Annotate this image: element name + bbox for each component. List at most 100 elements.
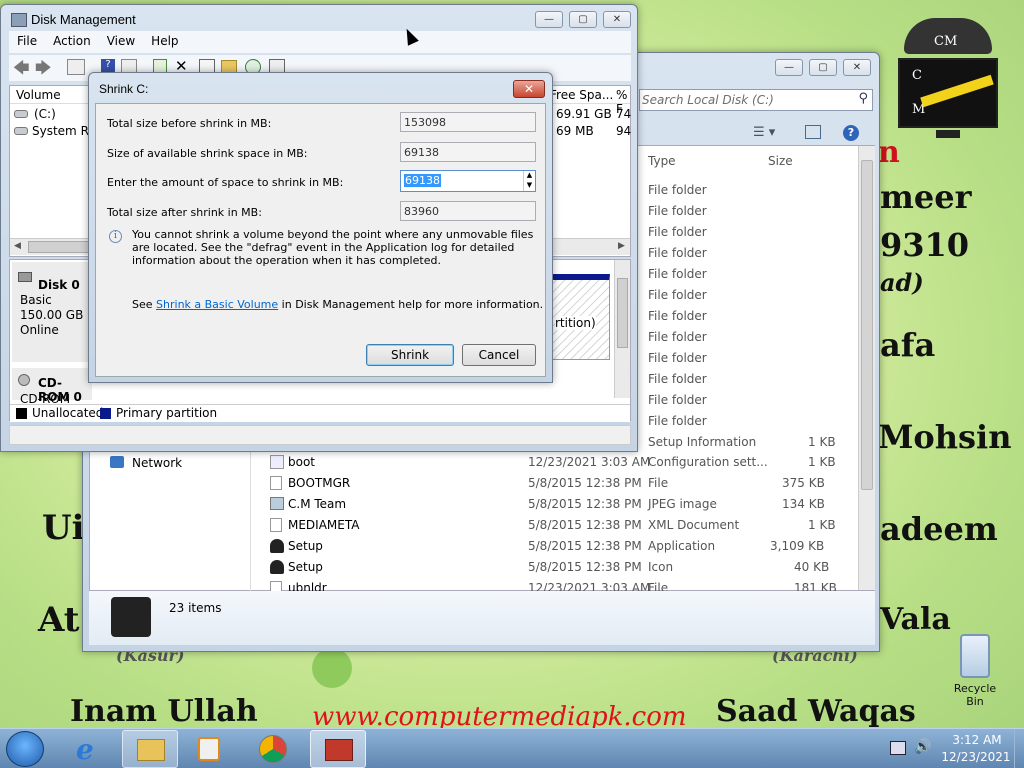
- recycle-bin-shortcut[interactable]: Recycle Bin: [944, 632, 1006, 708]
- cancel-button[interactable]: Cancel: [462, 344, 536, 366]
- logo-hat: CM: [904, 18, 992, 54]
- file-date: 5/8/2015 12:38 PM: [528, 560, 642, 574]
- windows-explorer-icon[interactable]: [122, 730, 178, 768]
- table-row[interactable]: BOOTMGR 5/8/2015 12:38 PM File 375 KB: [90, 473, 860, 494]
- table-row[interactable]: ubnldr 12/23/2021 3:03 AM File 181 KB: [90, 578, 860, 592]
- table-row[interactable]: boot 12/23/2021 3:03 AM Configuration se…: [90, 452, 860, 473]
- column-header-type[interactable]: Type: [648, 154, 676, 168]
- show-desktop-button[interactable]: [1014, 729, 1024, 768]
- scroll-left-icon[interactable]: ◀: [14, 241, 21, 251]
- file-date: 5/8/2015 12:38 PM: [528, 476, 642, 490]
- column-header-free[interactable]: Free Spa...: [550, 88, 613, 102]
- partition-label: rtition): [555, 316, 596, 330]
- console-tree-icon[interactable]: [67, 59, 85, 75]
- volume-free: 69 MB: [556, 124, 594, 138]
- table-row[interactable]: C.M Team 5/8/2015 12:38 PM JPEG image 13…: [90, 494, 860, 515]
- wallpaper-text: Ui: [42, 508, 85, 548]
- menu-bar: File Action View Help: [9, 31, 631, 53]
- row-type: File folder: [648, 288, 707, 302]
- column-header-volume[interactable]: Volume: [16, 88, 61, 102]
- table-row[interactable]: Setup 5/8/2015 12:38 PM Application 3,10…: [90, 536, 860, 557]
- wallpaper-text: Inam Ullah: [70, 694, 258, 729]
- file-type: JPEG image: [648, 497, 717, 511]
- minimize-button[interactable]: —: [535, 11, 563, 28]
- green-blob: [312, 648, 352, 688]
- file-date: 5/8/2015 12:38 PM: [528, 518, 642, 532]
- network-tray-icon[interactable]: [890, 741, 906, 755]
- window-title: Disk Management: [31, 12, 136, 27]
- close-button[interactable]: ✕: [513, 80, 545, 98]
- disk0-status: Online: [20, 323, 59, 337]
- maximize-button[interactable]: ▢: [569, 11, 597, 28]
- clock-date[interactable]: 12/23/2021: [940, 750, 1012, 764]
- ie-glyph: e: [76, 733, 94, 766]
- help-icon[interactable]: ?: [843, 125, 859, 141]
- file-date: 5/8/2015 12:38 PM: [528, 497, 642, 511]
- back-arrow-icon[interactable]: 🡄: [13, 57, 30, 84]
- menu-file[interactable]: File: [9, 31, 45, 51]
- volume-tray-icon[interactable]: 🔊: [914, 739, 931, 755]
- maximize-button[interactable]: ▢: [809, 59, 837, 76]
- column-header-size[interactable]: Size: [768, 154, 793, 168]
- search-icon: ⚲: [858, 91, 868, 106]
- disk-management-taskbar-icon[interactable]: [310, 730, 366, 768]
- scrollbar-thumb[interactable]: [617, 278, 628, 348]
- vertical-scrollbar[interactable]: [614, 260, 630, 398]
- file-icon: [270, 518, 282, 532]
- start-button[interactable]: [6, 731, 44, 767]
- clock-time[interactable]: 3:12 AM: [948, 733, 1006, 747]
- shrink-dialog: Shrink C: ✕ Total size before shrink in …: [88, 72, 553, 383]
- table-row[interactable]: Setup 5/8/2015 12:38 PM Icon 40 KB: [90, 557, 860, 578]
- details-pane: 23 items: [89, 591, 875, 645]
- search-input[interactable]: Search Local Disk (C:): [642, 93, 774, 107]
- row-type: File folder: [648, 414, 707, 428]
- recycle-bin-label: Recycle Bin: [953, 682, 997, 708]
- close-button[interactable]: ✕: [843, 59, 871, 76]
- media-player-icon[interactable]: [184, 731, 234, 767]
- vertical-scrollbar[interactable]: [858, 146, 875, 590]
- spin-up-icon[interactable]: ▲: [523, 171, 535, 181]
- table-row[interactable]: MEDIAMETA 5/8/2015 12:38 PM XML Document…: [90, 515, 860, 536]
- toolbox-glyph: [325, 739, 353, 761]
- drive-logo-icon: [111, 597, 151, 637]
- shrink-button[interactable]: Shrink: [366, 344, 454, 366]
- row-type: File folder: [648, 372, 707, 386]
- preview-pane-icon[interactable]: [805, 125, 821, 139]
- close-button[interactable]: ✕: [603, 11, 631, 28]
- wallpaper-text: At: [38, 600, 80, 640]
- wallpaper-text: adeem: [880, 510, 998, 548]
- app-icon: [11, 13, 27, 27]
- chrome-icon[interactable]: [248, 731, 298, 767]
- help-suffix: in Disk Management help for more informa…: [281, 298, 544, 311]
- row-type: File folder: [648, 267, 707, 281]
- wallpaper-text: afa: [880, 326, 936, 364]
- forward-arrow-icon[interactable]: 🡆: [35, 57, 52, 84]
- row-type: File folder: [648, 393, 707, 407]
- shrink-amount-input[interactable]: 69138 ▲ ▼: [400, 170, 536, 192]
- folder-glyph: [137, 739, 165, 761]
- view-options-icon[interactable]: ☰ ▾: [753, 125, 775, 140]
- internet-explorer-icon[interactable]: e: [66, 731, 114, 767]
- enter-amount-label: Enter the amount of space to shrink in M…: [107, 176, 344, 189]
- scroll-right-icon[interactable]: ▶: [618, 241, 625, 251]
- help-link[interactable]: Shrink a Basic Volume: [156, 298, 278, 311]
- volume-pct: 94: [616, 124, 632, 138]
- search-box[interactable]: Search Local Disk (C:) ⚲: [639, 89, 873, 111]
- recycle-bin-icon: [960, 634, 990, 678]
- menu-view[interactable]: View: [99, 31, 143, 51]
- row-type: File folder: [648, 330, 707, 344]
- wallpaper-text: n: [878, 135, 900, 170]
- menu-help[interactable]: Help: [143, 31, 186, 51]
- file-size: 134 KB: [782, 497, 825, 511]
- logo-screen: C M: [898, 58, 998, 128]
- minimize-button[interactable]: —: [775, 59, 803, 76]
- total-after-label: Total size after shrink in MB:: [107, 206, 262, 219]
- legend-primary-label: Primary partition: [116, 406, 218, 420]
- logo-cm-text: CM: [934, 34, 958, 49]
- scrollbar-thumb[interactable]: [861, 160, 873, 490]
- items-count: 23 items: [169, 601, 222, 615]
- spin-down-icon[interactable]: ▼: [523, 181, 535, 191]
- logo-stand: [936, 130, 960, 138]
- menu-action[interactable]: Action: [45, 31, 99, 51]
- help-prefix: See: [132, 298, 153, 311]
